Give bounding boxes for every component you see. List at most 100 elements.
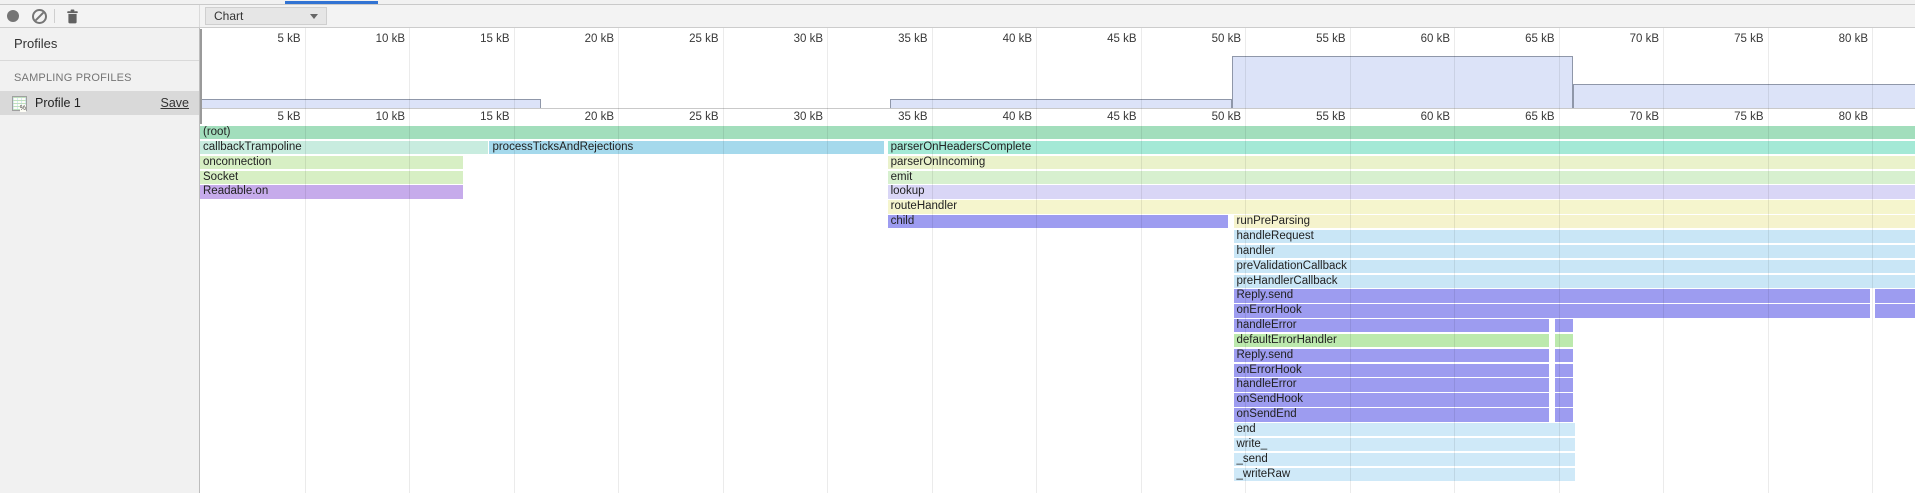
flame-bar[interactable]: onconnection: [200, 156, 463, 169]
flamechart-ruler-tick: 55 kB: [1276, 111, 1346, 123]
flame-bar[interactable]: lookup: [888, 185, 1915, 198]
overview-ruler-tick: 45 kB: [1067, 33, 1137, 45]
overview-ruler-tick: 50 kB: [1171, 33, 1241, 45]
flame-bar[interactable]: routeHandler: [888, 200, 1915, 213]
flame-bar[interactable]: _writeRaw: [1234, 468, 1576, 481]
flame-bar[interactable]: onErrorHook: [1234, 304, 1870, 317]
profile-name: Profile 1: [35, 96, 161, 110]
flamechart-ruler-tick: 40 kB: [962, 111, 1032, 123]
flame-bar[interactable]: Reply.send: [1234, 289, 1870, 302]
flame-bar[interactable]: Socket: [200, 171, 463, 184]
save-profile-link[interactable]: Save: [161, 96, 190, 110]
overview-ruler-tick: 75 kB: [1694, 33, 1764, 45]
clear-all-profiles-button[interactable]: [26, 5, 52, 27]
flamechart-ruler: 5 kB 10 kB 15 kB 20 kB 25 kB 30 kB 35 kB 40 kB 4…: [200, 109, 1915, 126]
flame-bar[interactable]: [1555, 408, 1573, 421]
toolbar-left-section: [0, 5, 200, 27]
flame-bar[interactable]: [1875, 304, 1915, 317]
flame-bar[interactable]: preHandlerCallback: [1234, 275, 1915, 288]
overview-memory-segment: [200, 99, 541, 108]
record-icon: [7, 10, 19, 22]
overview-memory-segment: [890, 99, 1233, 108]
flame-bar[interactable]: callbackTrampoline: [200, 141, 488, 154]
sidebar-header: Profiles: [0, 28, 199, 61]
flame-bar[interactable]: handler: [1234, 245, 1915, 258]
flame-bar[interactable]: onSendHook: [1234, 393, 1550, 406]
flamechart-ruler-tick: 35 kB: [858, 111, 928, 123]
flame-bar[interactable]: write_: [1234, 438, 1576, 451]
flame-bar[interactable]: [1555, 364, 1573, 377]
flame-bar[interactable]: [1555, 334, 1573, 347]
pane-resize-handle[interactable]: [200, 29, 202, 124]
overview-ruler-tick: 30 kB: [753, 33, 823, 45]
overview-ruler-tick: 25 kB: [649, 33, 719, 45]
flame-bar[interactable]: handleError: [1234, 378, 1550, 391]
flame-bar[interactable]: (root): [200, 126, 1915, 139]
flame-bar[interactable]: runPreParsing: [1234, 215, 1915, 228]
flamechart-ruler-tick: 70 kB: [1589, 111, 1659, 123]
overview-ruler-tick: 20 kB: [544, 33, 614, 45]
overview-ruler-tick: 10 kB: [335, 33, 405, 45]
overview-ruler-tick: 15 kB: [440, 33, 510, 45]
flame-bar[interactable]: onErrorHook: [1234, 364, 1550, 377]
flamechart-ruler-tick: 65 kB: [1485, 111, 1555, 123]
flamechart-ruler-tick: 80 kB: [1798, 111, 1868, 123]
flame-bar[interactable]: [1555, 378, 1573, 391]
flame-bar[interactable]: Readable.on: [200, 185, 463, 198]
flame-bar[interactable]: child: [888, 215, 1229, 228]
memory-overview-pane[interactable]: 5 kB 10 kB 15 kB 20 kB 25 kB 30 kB 35 kB 40 kB 4…: [200, 28, 1915, 109]
flame-bar[interactable]: [1555, 349, 1573, 362]
flame-bar[interactable]: handleRequest: [1234, 230, 1915, 243]
profiler-toolbar: Chart: [0, 5, 1915, 28]
flamechart-pane: 5 kB 10 kB 15 kB 20 kB 25 kB 30 kB 35 kB 40 kB 4…: [200, 28, 1915, 493]
flamechart-ruler-tick: 50 kB: [1171, 111, 1241, 123]
overview-memory-segment: [1232, 56, 1573, 108]
overview-ruler-tick: 55 kB: [1276, 33, 1346, 45]
flame-bar[interactable]: emit: [888, 171, 1915, 184]
flame-bar[interactable]: parserOnIncoming: [888, 156, 1915, 169]
devtools-memory-sampling-profile: { "tab_strip": { "active_indicator_color…: [0, 0, 1915, 493]
overview-memory-segment: [1573, 84, 1915, 108]
flamechart-ruler-tick: 30 kB: [753, 111, 823, 123]
flame-bar[interactable]: Reply.send: [1234, 349, 1550, 362]
overview-ruler-tick: 70 kB: [1589, 33, 1659, 45]
profile-icon: [12, 96, 27, 111]
chevron-down-icon: [310, 14, 318, 19]
view-mode-select[interactable]: Chart: [205, 7, 327, 25]
flamechart-ruler-tick: 75 kB: [1694, 111, 1764, 123]
flamechart-ruler-tick: 20 kB: [544, 111, 614, 123]
overview-ruler-tick: 40 kB: [962, 33, 1032, 45]
active-tab-indicator: [285, 1, 378, 4]
toolbar-separator: [54, 9, 55, 23]
clear-icon: [32, 9, 47, 24]
tab-strip: [0, 0, 1915, 5]
flamechart-ruler-tick: 25 kB: [649, 111, 719, 123]
flame-bar[interactable]: handleError: [1234, 319, 1550, 332]
flame-bar[interactable]: onSendEnd: [1234, 408, 1550, 421]
flame-bar[interactable]: preValidationCallback: [1234, 260, 1915, 273]
profiles-sidebar: Profiles SAMPLING PROFILES Profile 1 Sav…: [0, 28, 200, 493]
overview-ruler-tick: 65 kB: [1485, 33, 1555, 45]
flame-bar[interactable]: defaultErrorHandler: [1234, 334, 1550, 347]
flame-bar[interactable]: processTicksAndRejections: [489, 141, 884, 154]
sampling-profiles-section-title: SAMPLING PROFILES: [0, 61, 199, 91]
flamechart-ruler-tick: 5 kB: [231, 111, 301, 123]
flame-bar[interactable]: parserOnHeadersComplete: [888, 141, 1915, 154]
overview-ruler-tick: 60 kB: [1380, 33, 1450, 45]
sidebar-item-profile-1[interactable]: Profile 1 Save: [0, 91, 199, 115]
flamechart-ruler-tick: 45 kB: [1067, 111, 1137, 123]
content: Profiles SAMPLING PROFILES Profile 1 Sav…: [0, 28, 1915, 493]
flamechart-ruler-tick: 10 kB: [335, 111, 405, 123]
flame-bar[interactable]: _send: [1234, 453, 1576, 466]
toolbar-main-section: Chart: [200, 5, 1915, 27]
flamechart-ruler-tick: 15 kB: [440, 111, 510, 123]
flame-bar[interactable]: [1555, 319, 1573, 332]
flame-bar[interactable]: end: [1234, 423, 1576, 436]
flame-bar[interactable]: [1555, 393, 1573, 406]
flamechart-canvas: (root) callbackTrampolineprocessTicksAndR…: [200, 126, 1915, 493]
overview-ruler-tick: 5 kB: [231, 33, 301, 45]
record-heap-profile-button[interactable]: [0, 5, 26, 27]
flame-bar[interactable]: [1875, 289, 1915, 302]
delete-profile-button[interactable]: [59, 5, 85, 27]
overview-ruler-tick: 35 kB: [858, 33, 928, 45]
